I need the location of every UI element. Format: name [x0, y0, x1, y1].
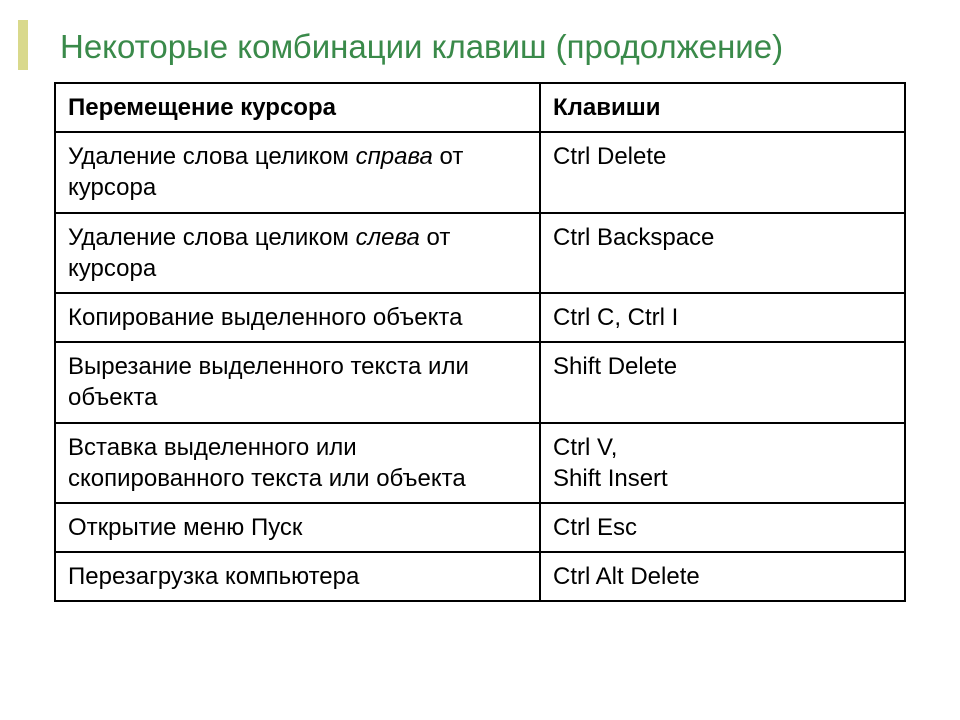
table-row: Вырезание выделенного текста или объекта…	[55, 342, 905, 422]
cell-keys: Ctrl Delete	[540, 132, 905, 212]
cell-action: Удаление слова целиком слева от курсора	[55, 213, 540, 293]
header-action: Перемещение курсора	[55, 83, 540, 132]
table-row: Перезагрузка компьютера Ctrl Alt Delete	[55, 552, 905, 601]
cell-action: Вырезание выделенного текста или объекта	[55, 342, 540, 422]
cell-action: Перезагрузка компьютера	[55, 552, 540, 601]
cell-keys: Ctrl Alt Delete	[540, 552, 905, 601]
cell-action: Открытие меню Пуск	[55, 503, 540, 552]
table-row: Копирование выделенного объекта Ctrl C, …	[55, 293, 905, 342]
cell-keys: Ctrl Backspace	[540, 213, 905, 293]
cell-keys: Ctrl C, Ctrl I	[540, 293, 905, 342]
table-row: Удаление слова целиком слева от курсора …	[55, 213, 905, 293]
cell-keys: Shift Delete	[540, 342, 905, 422]
table-header-row: Перемещение курсора Клавиши	[55, 83, 905, 132]
table-row: Вставка выделенного или скопированного т…	[55, 423, 905, 503]
accent-bar	[18, 20, 28, 70]
table-row: Открытие меню Пуск Ctrl Esc	[55, 503, 905, 552]
slide-title: Некоторые комбинации клавиш (продолжение…	[60, 28, 783, 66]
cell-keys: Ctrl V, Shift Insert	[540, 423, 905, 503]
cell-action: Вставка выделенного или скопированного т…	[55, 423, 540, 503]
header-keys: Клавиши	[540, 83, 905, 132]
table-row: Удаление слова целиком справа от курсора…	[55, 132, 905, 212]
shortcuts-table: Перемещение курсора Клавиши Удаление сло…	[54, 82, 906, 602]
shortcuts-table-container: Перемещение курсора Клавиши Удаление сло…	[54, 82, 904, 602]
cell-action: Удаление слова целиком справа от курсора	[55, 132, 540, 212]
cell-action: Копирование выделенного объекта	[55, 293, 540, 342]
cell-keys: Ctrl Esc	[540, 503, 905, 552]
